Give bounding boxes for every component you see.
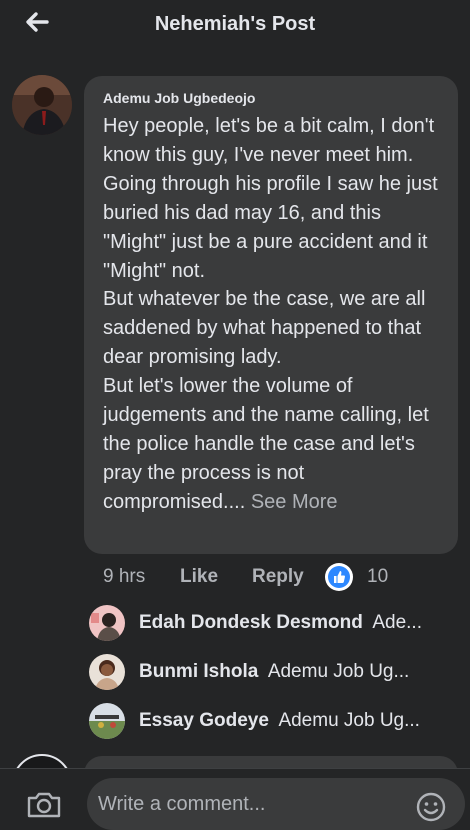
avatar[interactable] [12,75,72,135]
emoji-icon[interactable] [415,791,447,823]
reply-button[interactable]: Reply [252,566,304,588]
reply-avatar [89,654,125,690]
reply-author[interactable]: Essay Godeye [139,710,269,731]
page-title: Nehemiah's Post [154,13,316,35]
comment-body: Hey people, let's be a bit calm, I don't… [103,112,443,517]
comment-author[interactable]: Ademu Job Ugbedeojo [103,90,255,106]
comment-input[interactable] [87,778,465,830]
top-bar: Nehemiah's Post [0,0,470,50]
reply-text: Edah Dondesk Desmond Ade... [139,612,449,634]
reply-item[interactable]: Edah Dondesk Desmond Ade... [0,604,470,644]
reply-author[interactable]: Edah Dondesk Desmond [139,612,363,633]
like-button[interactable]: Like [180,566,218,588]
comment-composer [0,768,470,830]
reply-text: Essay Godeye Ademu Job Ug... [139,710,449,732]
comment-paragraph: But whatever be the case, we are all sad… [103,288,426,369]
reply-author[interactable]: Bunmi Ishola [139,661,258,682]
comment-time: 9 hrs [103,566,146,587]
reply-text: Bunmi Ishola Ademu Job Ug... [139,661,449,683]
reaction-count: 10 [367,566,389,587]
thumbs-up-icon[interactable] [325,563,353,591]
camera-icon[interactable] [26,791,62,819]
comment-paragraph: Hey people, let's be a bit calm, I don't… [103,115,435,166]
reply-item[interactable]: Essay Godeye Ademu Job Ug... [0,702,470,742]
reply-preview: Ademu Job Ug... [278,710,420,731]
reply-item[interactable]: Bunmi Ishola Ademu Job Ug... [0,653,470,693]
comment-paragraph: Going through his profile I saw he just … [103,172,438,282]
comment-bubble: Ademu Job Ugbedeojo Hey people, let's be… [84,76,458,554]
reply-preview: Ademu Job Ug... [267,661,410,682]
reply-avatar [89,605,125,641]
reply-avatar [89,703,125,739]
see-more-link[interactable]: See More [251,491,338,513]
comment-paragraph: But let's lower the volume of judgements… [103,375,429,513]
reply-preview: Ade... [372,612,422,633]
